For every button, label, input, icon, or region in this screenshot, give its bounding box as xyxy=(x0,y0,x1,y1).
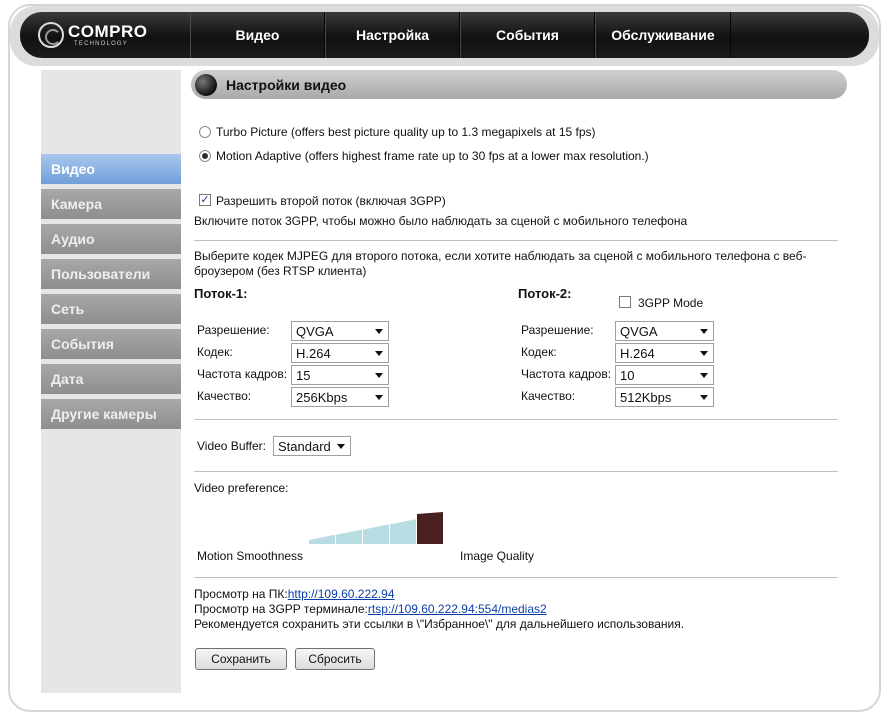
gpp-view-link[interactable]: rtsp://109.60.222.94:554/medias2 xyxy=(368,602,547,616)
chevron-down-icon xyxy=(700,351,708,356)
favorites-note: Рекомендуется сохранить эти ссылки в \"И… xyxy=(194,617,685,631)
sidebar-item-other-cameras[interactable]: Другие камеры xyxy=(41,399,181,429)
save-button[interactable]: Сохранить xyxy=(195,648,287,670)
gpp-view-line: Просмотр на 3GPP терминале:rtsp://109.60… xyxy=(194,602,547,616)
stream2-quality-label: Качество: xyxy=(521,389,576,403)
second-stream-hint: Включите поток 3GPP, чтобы можно было на… xyxy=(194,214,688,228)
video-buffer-select[interactable]: Standard xyxy=(273,436,351,456)
second-stream-label: Разрешить второй поток (включая 3GPP) xyxy=(216,194,446,208)
compro-logo: COMPRO TECHNOLOGY xyxy=(20,12,190,58)
mjpeg-hint-line1: Выберите кодек MJPEG для второго потока,… xyxy=(194,249,807,263)
preference-step-2[interactable] xyxy=(336,529,362,544)
stream2-quality-select[interactable]: 512Kbps xyxy=(615,387,714,407)
preference-step-4[interactable] xyxy=(390,519,416,544)
preference-step-3[interactable] xyxy=(363,524,389,544)
stream1-resolution-label: Разрешение: xyxy=(197,323,270,337)
mjpeg-hint-line2: броузером (без RTSP клиента) xyxy=(194,264,367,278)
preference-step-5[interactable] xyxy=(417,512,443,544)
preference-right-label: Image Quality xyxy=(460,549,535,563)
chevron-down-icon xyxy=(375,351,383,356)
divider xyxy=(194,419,838,420)
reset-button[interactable]: Сбросить xyxy=(295,648,375,670)
stream1-quality-label: Качество: xyxy=(197,389,252,403)
chevron-down-icon xyxy=(375,373,383,378)
main-nav: Видео Настройка События Обслуживание xyxy=(190,12,731,58)
sidebar-item-video[interactable]: Видео xyxy=(41,154,181,184)
compro-logo-icon xyxy=(38,22,64,48)
stream1-resolution-select[interactable]: QVGA xyxy=(291,321,389,341)
chevron-down-icon xyxy=(375,395,383,400)
chevron-down-icon xyxy=(700,329,708,334)
radio-motion-adaptive[interactable] xyxy=(199,150,211,162)
video-preference-slider[interactable] xyxy=(309,510,459,545)
nav-settings[interactable]: Настройка xyxy=(325,12,460,58)
page-title: Настройки видео xyxy=(226,76,347,93)
logo-sub-text: TECHNOLOGY xyxy=(74,41,129,47)
chevron-down-icon xyxy=(700,373,708,378)
stream1-quality-select[interactable]: 256Kbps xyxy=(291,387,389,407)
stream1-fps-label: Частота кадров: xyxy=(197,367,288,381)
stream2-fps-select[interactable]: 10 xyxy=(615,365,714,385)
divider xyxy=(194,240,838,241)
pc-view-link[interactable]: http://109.60.222.94 xyxy=(288,587,395,601)
sidebar: Видео Камера Аудио Пользователи Сеть Соб… xyxy=(41,70,181,693)
radio-turbo-picture[interactable] xyxy=(199,126,211,138)
gpp-mode-checkbox[interactable] xyxy=(619,296,631,308)
nav-video[interactable]: Видео xyxy=(190,12,325,58)
divider xyxy=(194,577,838,578)
pc-view-line: Просмотр на ПК:http://109.60.222.94 xyxy=(194,587,395,601)
sidebar-item-events[interactable]: События xyxy=(41,329,181,359)
sidebar-item-audio[interactable]: Аудио xyxy=(41,224,181,254)
chevron-down-icon xyxy=(700,395,708,400)
stream2-resolution-label: Разрешение: xyxy=(521,323,594,337)
sidebar-item-users[interactable]: Пользователи xyxy=(41,259,181,289)
nav-maintenance[interactable]: Обслуживание xyxy=(595,12,731,58)
chevron-down-icon xyxy=(375,329,383,334)
radio-motion-adaptive-label: Motion Adaptive (offers highest frame ra… xyxy=(216,149,649,163)
stream2-fps-label: Частота кадров: xyxy=(521,367,612,381)
radio-turbo-picture-label: Turbo Picture (offers best picture quali… xyxy=(216,125,596,139)
stream1-codec-label: Кодек: xyxy=(197,345,233,359)
stream2-title: Поток-2: xyxy=(518,286,572,301)
nav-events[interactable]: События xyxy=(460,12,595,58)
header-bar: COMPRO TECHNOLOGY Видео Настройка Событи… xyxy=(20,12,869,58)
divider xyxy=(194,471,838,472)
stream1-title: Поток-1: xyxy=(194,286,248,301)
stream1-fps-select[interactable]: 15 xyxy=(291,365,389,385)
sidebar-item-network[interactable]: Сеть xyxy=(41,294,181,324)
chevron-down-icon xyxy=(337,444,345,449)
sidebar-item-date[interactable]: Дата xyxy=(41,364,181,394)
video-preference-label: Video preference: xyxy=(194,481,289,495)
gpp-mode-label: 3GPP Mode xyxy=(638,296,704,310)
preference-step-1[interactable] xyxy=(309,534,335,544)
stream2-codec-select[interactable]: H.264 xyxy=(615,343,714,363)
video-buffer-label: Video Buffer: xyxy=(197,439,266,453)
stream1-codec-select[interactable]: H.264 xyxy=(291,343,389,363)
logo-main-text: COMPRO xyxy=(68,22,148,41)
section-title-bar: Настройки видео xyxy=(191,70,847,99)
stream2-codec-label: Кодек: xyxy=(521,345,557,359)
title-ball-icon xyxy=(195,73,217,96)
second-stream-checkbox[interactable]: ✓ xyxy=(199,194,211,206)
stream2-resolution-select[interactable]: QVGA xyxy=(615,321,714,341)
sidebar-item-camera[interactable]: Камера xyxy=(41,189,181,219)
preference-left-label: Motion Smoothness xyxy=(197,549,304,563)
